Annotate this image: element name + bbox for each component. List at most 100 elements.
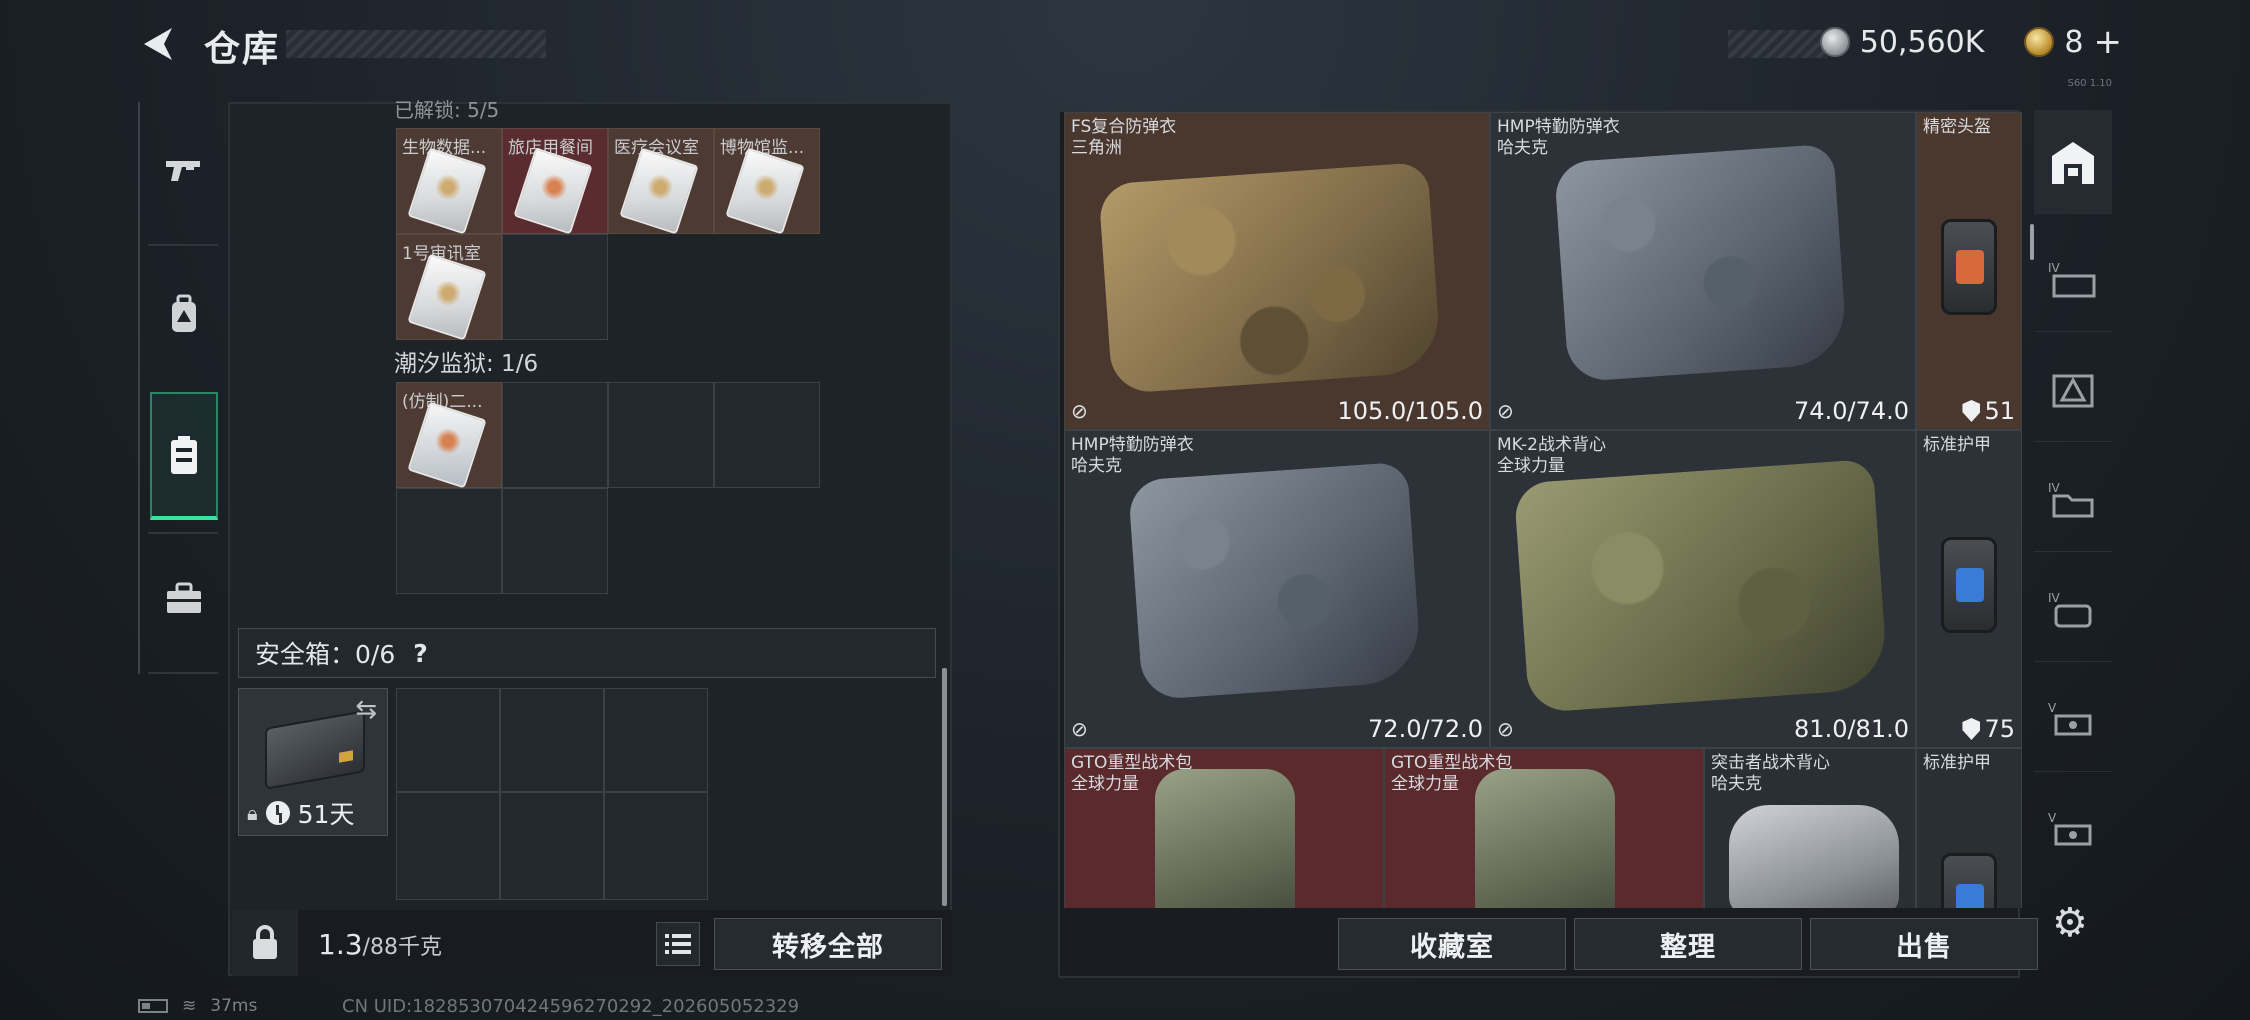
safe-slot[interactable] bbox=[500, 688, 604, 792]
vest-image bbox=[1553, 143, 1849, 383]
keycard-icon bbox=[407, 253, 487, 341]
case-icon: V bbox=[2048, 811, 2092, 846]
empty-slot[interactable] bbox=[396, 488, 502, 594]
tab-warehouse-4[interactable]: IV bbox=[2034, 558, 2112, 662]
keycard-item[interactable]: 1号审讯室 bbox=[396, 234, 502, 341]
tab-storage[interactable] bbox=[150, 392, 218, 520]
swap-icon[interactable]: ⇆ bbox=[355, 695, 377, 725]
armor-level: 75 bbox=[1962, 715, 2015, 743]
silver-coin-icon bbox=[1819, 27, 1850, 57]
organize-button[interactable]: 整理 bbox=[1574, 918, 1802, 970]
warehouse-icon bbox=[2052, 141, 2094, 184]
empty-slot[interactable] bbox=[502, 234, 608, 340]
no-repair-icon: ⊘ bbox=[1497, 399, 1514, 423]
settings-gear-icon[interactable]: ⚙ bbox=[2052, 900, 2088, 946]
collection-button[interactable]: 收藏室 bbox=[1338, 918, 1566, 970]
empty-slot[interactable] bbox=[502, 382, 608, 488]
svg-text:V: V bbox=[2048, 701, 2057, 715]
keycard-item[interactable]: (仿制)二... bbox=[396, 382, 502, 489]
keycard-item[interactable]: 生物数据... bbox=[396, 128, 502, 235]
durability: 74.0/74.0 bbox=[1794, 397, 1909, 425]
tab-warehouse-all[interactable] bbox=[2034, 110, 2112, 214]
armor-item[interactable]: MK-2战术背心 全球力量 ⊘ 81.0/81.0 bbox=[1490, 430, 1916, 748]
safe-slot[interactable] bbox=[604, 792, 708, 900]
unlocked-title: 已解锁: 5/5 bbox=[394, 98, 500, 122]
shelf-warning-icon bbox=[2052, 374, 2094, 407]
tab-warehouse-3[interactable]: IV bbox=[2034, 448, 2112, 552]
svg-text:IV: IV bbox=[2048, 261, 2061, 275]
svg-text:IV: IV bbox=[2048, 481, 2061, 495]
sell-button[interactable]: 出售 bbox=[1810, 918, 2038, 970]
item-name: 突击者战术背心 哈夫克 bbox=[1711, 753, 1830, 794]
weight-current: 1.3 bbox=[318, 928, 363, 961]
safe-slot[interactable] bbox=[396, 792, 500, 900]
backpack-item[interactable]: GTO重型战术包 全球力量 bbox=[1064, 748, 1384, 908]
keycard-item[interactable]: 旅店用餐间 bbox=[502, 128, 608, 235]
page-title: 仓库 bbox=[204, 29, 281, 70]
keycard-icon bbox=[407, 147, 487, 235]
transfer-all-button[interactable]: 转移全部 bbox=[714, 918, 942, 970]
tab-warehouse-1[interactable]: IV bbox=[2034, 228, 2112, 332]
empty-slot[interactable] bbox=[502, 488, 608, 594]
plate-item[interactable]: 标准护甲 bbox=[1916, 748, 2022, 908]
helmet-item[interactable]: 精密头盔 51 bbox=[1916, 112, 2022, 430]
tab-weapons[interactable] bbox=[150, 106, 218, 234]
keycard-icon bbox=[725, 147, 805, 235]
shelf-icon: IV bbox=[2048, 261, 2096, 297]
svg-text:V: V bbox=[2048, 811, 2057, 825]
battery-icon bbox=[138, 999, 168, 1013]
gold-coin-icon bbox=[2024, 27, 2055, 57]
right-sidebar: IV IV IV V V bbox=[2034, 110, 2112, 910]
tab-items[interactable] bbox=[150, 534, 218, 662]
gold-amount: 8 bbox=[2064, 24, 2084, 60]
safe-box-label: 安全箱：0/6 bbox=[255, 640, 396, 669]
item-name: MK-2战术背心 全球力量 bbox=[1497, 435, 1606, 476]
empty-slot[interactable] bbox=[608, 382, 714, 488]
keycard-item[interactable]: 医疗会议室 bbox=[608, 128, 714, 235]
safe-case-item[interactable]: ⇆ 🔒︎ 51天 bbox=[238, 688, 388, 836]
lock-icon: 🔒︎ bbox=[247, 801, 258, 825]
storage-actions: 收藏室 整理 出售 bbox=[1338, 918, 2038, 970]
keycard-icon bbox=[513, 147, 593, 235]
currency-stripe bbox=[1728, 30, 1828, 58]
storage-icon bbox=[171, 436, 197, 474]
plate-item[interactable]: 标准护甲 75 bbox=[1916, 430, 2022, 748]
item-name: HMP特勤防弹衣 哈夫克 bbox=[1497, 117, 1620, 158]
storage-grid: FS复合防弹衣 三角洲 ⊘ 105.0/105.0 HMP特勤防弹衣 哈夫克 ⊘ 7… bbox=[1064, 112, 2026, 908]
armor-item[interactable]: FS复合防弹衣 三角洲 ⊘ 105.0/105.0 bbox=[1064, 112, 1490, 430]
keycard-icon bbox=[407, 401, 487, 489]
item-name: 标准护甲 bbox=[1923, 753, 1991, 773]
gold-add-button[interactable]: + bbox=[2094, 22, 2123, 62]
ping: 37ms bbox=[210, 996, 258, 1016]
folder-icon: IV bbox=[2048, 481, 2094, 517]
shield-icon bbox=[1962, 718, 1981, 740]
safe-slot[interactable] bbox=[500, 792, 604, 900]
backpack-item[interactable]: GTO重型战术包 全球力量 bbox=[1384, 748, 1704, 908]
tab-warehouse-6[interactable]: V bbox=[2034, 778, 2112, 882]
tab-warehouse-5[interactable]: V bbox=[2034, 668, 2112, 772]
durability: 105.0/105.0 bbox=[1337, 397, 1484, 425]
lock-button[interactable] bbox=[232, 910, 298, 976]
armor-item[interactable]: HMP特勤防弹衣 哈夫克 ⊘ 72.0/72.0 bbox=[1064, 430, 1490, 748]
keycard-item[interactable]: 博物馆监... bbox=[714, 128, 820, 235]
left-scrollbar[interactable] bbox=[942, 668, 947, 906]
pouch-icon: IV bbox=[2048, 591, 2092, 627]
plate-image bbox=[1941, 537, 1997, 633]
tab-equipment[interactable] bbox=[150, 250, 218, 378]
tab-warehouse-2[interactable] bbox=[2034, 338, 2112, 442]
silver-amount: 50,560K bbox=[1859, 24, 1985, 60]
vest-item[interactable]: 突击者战术背心 哈夫克 bbox=[1704, 748, 1916, 908]
armor-item[interactable]: HMP特勤防弹衣 哈夫克 ⊘ 74.0/74.0 bbox=[1490, 112, 1916, 430]
safe-slot[interactable] bbox=[604, 688, 708, 792]
case-days: 51天 bbox=[297, 800, 355, 829]
durability: 72.0/72.0 bbox=[1368, 715, 1483, 743]
list-view-button[interactable] bbox=[656, 922, 700, 966]
left-sidebar bbox=[138, 102, 224, 674]
empty-slot[interactable] bbox=[714, 382, 820, 488]
help-icon[interactable]: ? bbox=[413, 639, 428, 668]
back-arrow-icon[interactable] bbox=[138, 24, 178, 64]
uid-label: CN UID:182853070424596270292_20260505232… bbox=[342, 996, 800, 1017]
toolbox-icon bbox=[167, 582, 201, 613]
plate-image bbox=[1941, 219, 1997, 315]
safe-slot[interactable] bbox=[396, 688, 500, 792]
